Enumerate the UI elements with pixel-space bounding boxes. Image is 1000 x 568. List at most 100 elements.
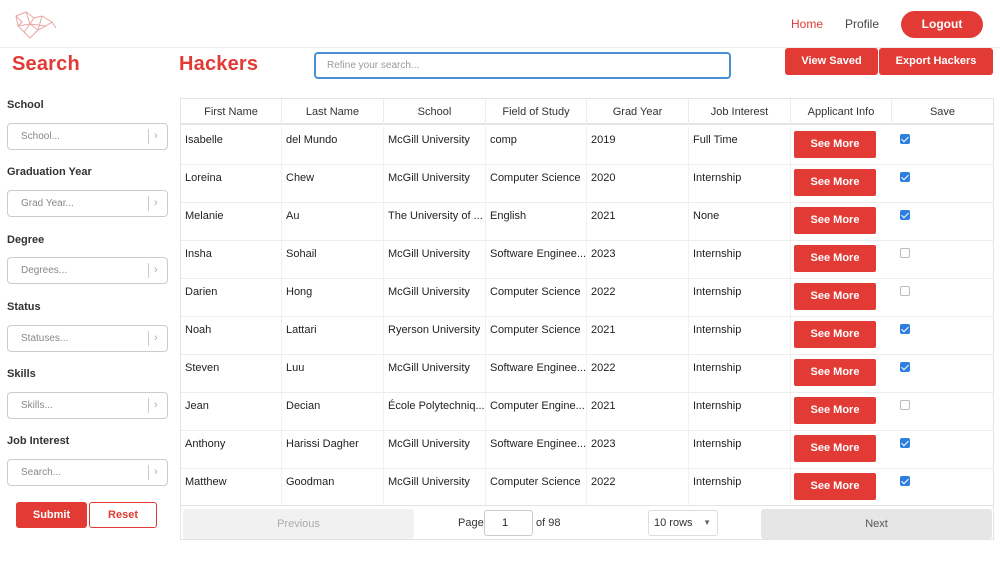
table-row: Melanie Au The University of ... English 202… xyxy=(181,203,993,241)
column-header[interactable]: Job Interest xyxy=(689,99,791,125)
nav-home-link[interactable]: Home xyxy=(791,17,823,31)
school-select[interactable]: School... › xyxy=(7,123,168,150)
divider xyxy=(148,196,149,211)
see-more-button[interactable]: See More xyxy=(794,435,876,462)
save-checkbox[interactable] xyxy=(900,286,910,296)
see-more-button[interactable]: See More xyxy=(794,169,876,196)
first-name-cell: Noah xyxy=(181,317,282,355)
last-name-cell: del Mundo xyxy=(282,127,384,165)
search-input[interactable] xyxy=(314,52,731,79)
see-more-button[interactable]: See More xyxy=(794,283,876,310)
submit-button[interactable]: Submit xyxy=(16,502,87,528)
see-more-button[interactable]: See More xyxy=(794,473,876,500)
chevron-right-icon: › xyxy=(154,399,158,411)
table-row: Insha Sohail McGill University Software Eng… xyxy=(181,241,993,279)
grad-year-cell: 2022 xyxy=(587,355,689,393)
select-placeholder: School... xyxy=(21,131,60,142)
status-select[interactable]: Statuses... › xyxy=(7,325,168,352)
school-cell: McGill University xyxy=(384,355,486,393)
logout-button[interactable]: Logout xyxy=(901,11,983,38)
field-of-study-cell: Software Enginee... xyxy=(486,431,587,469)
job-interest-cell: Full Time xyxy=(689,127,791,165)
reset-button[interactable]: Reset xyxy=(89,502,157,528)
next-page-button[interactable]: Next xyxy=(761,509,992,539)
grad-year-cell: 2023 xyxy=(587,241,689,279)
rows-per-page-select[interactable]: 10 rows ▼ xyxy=(648,510,718,536)
export-hackers-button[interactable]: Export Hackers xyxy=(879,48,993,75)
job-interest-select[interactable]: Search... › xyxy=(7,459,168,486)
column-header[interactable]: First Name xyxy=(181,99,282,125)
job-interest-cell: Internship xyxy=(689,241,791,279)
first-name-cell: Isabelle xyxy=(181,127,282,165)
see-more-button[interactable]: See More xyxy=(794,397,876,424)
page-title: Hackers xyxy=(179,53,259,75)
last-name-cell: Lattari xyxy=(282,317,384,355)
job-interest-cell: Internship xyxy=(689,355,791,393)
field-of-study-cell: Computer Science xyxy=(486,279,587,317)
rows-per-page-value: 10 rows xyxy=(654,517,693,529)
save-checkbox[interactable] xyxy=(900,476,910,486)
save-checkbox[interactable] xyxy=(900,248,910,258)
table-row: Noah Lattari Ryerson University Computer Sc… xyxy=(181,317,993,355)
first-name-cell: Darien xyxy=(181,279,282,317)
previous-page-button[interactable]: Previous xyxy=(183,509,414,539)
save-checkbox[interactable] xyxy=(900,324,910,334)
see-more-button[interactable]: See More xyxy=(794,131,876,158)
school-cell: McGill University xyxy=(384,469,486,507)
table-row: Steven Luu McGill University Software Engin… xyxy=(181,355,993,393)
caret-down-icon: ▼ xyxy=(703,518,711,527)
filter-label-job-interest: Job Interest xyxy=(7,435,70,447)
grad-year-cell: 2021 xyxy=(587,317,689,355)
school-cell: McGill University xyxy=(384,165,486,203)
table-row: Loreina Chew McGill University Computer Sci… xyxy=(181,165,993,203)
save-checkbox[interactable] xyxy=(900,210,910,220)
save-checkbox[interactable] xyxy=(900,362,910,372)
degree-select[interactable]: Degrees... › xyxy=(7,257,168,284)
top-nav: Home Profile Logout xyxy=(0,0,1000,48)
save-checkbox[interactable] xyxy=(900,134,910,144)
school-cell: McGill University xyxy=(384,127,486,165)
grad-year-select[interactable]: Grad Year... › xyxy=(7,190,168,217)
view-saved-button[interactable]: View Saved xyxy=(785,48,878,75)
job-interest-cell: Internship xyxy=(689,469,791,507)
skills-select[interactable]: Skills... › xyxy=(7,392,168,419)
select-placeholder: Statuses... xyxy=(21,333,69,344)
school-cell: McGill University xyxy=(384,431,486,469)
save-checkbox[interactable] xyxy=(900,400,910,410)
last-name-cell: Chew xyxy=(282,165,384,203)
grad-year-cell: 2021 xyxy=(587,393,689,431)
last-name-cell: Goodman xyxy=(282,469,384,507)
column-header[interactable]: Applicant Info xyxy=(791,99,892,125)
job-interest-cell: Internship xyxy=(689,279,791,317)
column-header[interactable]: Field of Study xyxy=(486,99,587,125)
search-heading: Search xyxy=(12,53,80,75)
column-header[interactable]: School xyxy=(384,99,486,125)
school-cell: École Polytechniq... xyxy=(384,393,486,431)
see-more-button[interactable]: See More xyxy=(794,359,876,386)
see-more-button[interactable]: See More xyxy=(794,207,876,234)
column-header[interactable]: Grad Year xyxy=(587,99,689,125)
bird-logo-icon[interactable] xyxy=(12,8,58,42)
table-header: First Name Last Name School Field of Stu… xyxy=(181,99,993,125)
field-of-study-cell: Software Enginee... xyxy=(486,241,587,279)
filter-label-grad-year: Graduation Year xyxy=(7,166,92,178)
column-header[interactable]: Last Name xyxy=(282,99,384,125)
page-label: Page xyxy=(458,517,484,529)
page-number-input[interactable]: 1 xyxy=(484,510,533,536)
filter-label-skills: Skills xyxy=(7,368,36,380)
field-of-study-cell: comp xyxy=(486,127,587,165)
save-checkbox[interactable] xyxy=(900,438,910,448)
see-more-button[interactable]: See More xyxy=(794,245,876,272)
save-checkbox[interactable] xyxy=(900,172,910,182)
select-placeholder: Degrees... xyxy=(21,265,68,276)
last-name-cell: Decian xyxy=(282,393,384,431)
see-more-button[interactable]: See More xyxy=(794,321,876,348)
field-of-study-cell: Software Enginee... xyxy=(486,355,587,393)
nav-profile-link[interactable]: Profile xyxy=(845,17,879,31)
first-name-cell: Matthew xyxy=(181,469,282,507)
first-name-cell: Melanie xyxy=(181,203,282,241)
table-row: Anthony Harissi Dagher McGill University So… xyxy=(181,431,993,469)
last-name-cell: Luu xyxy=(282,355,384,393)
column-header[interactable]: Save xyxy=(892,99,993,125)
divider xyxy=(148,263,149,278)
